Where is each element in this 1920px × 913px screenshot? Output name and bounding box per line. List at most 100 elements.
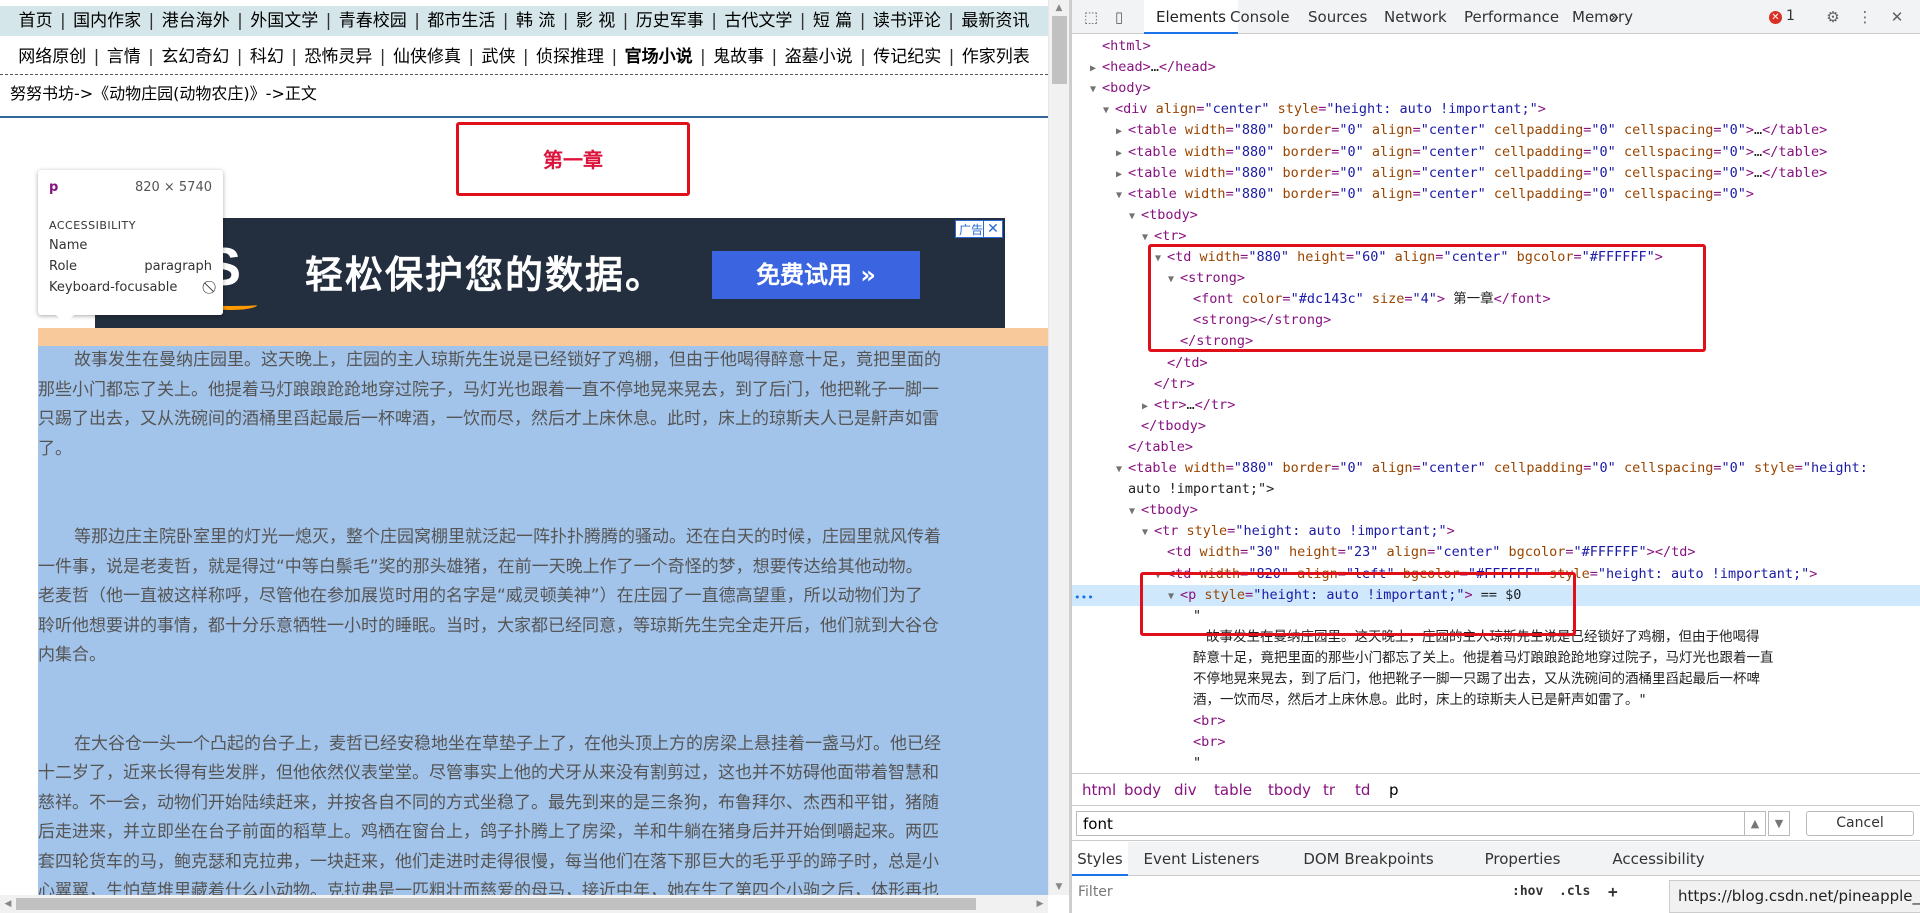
nav-link-10[interactable]: 盗墓小说 bbox=[783, 47, 855, 67]
collapse-triangle-icon[interactable]: ▼ bbox=[1103, 100, 1115, 121]
dom-node[interactable]: ▼ <tr style="height: auto !important;"> bbox=[1072, 521, 1920, 542]
selected-node-ellipsis-icon[interactable]: ••• bbox=[1074, 591, 1094, 604]
nav-link-1[interactable]: 国内作家 bbox=[71, 11, 143, 31]
nav-link-2[interactable]: 港台海外 bbox=[160, 11, 232, 31]
nav-link-8[interactable]: 历史军事 bbox=[634, 11, 706, 31]
device-toolbar-icon[interactable]: ▯ bbox=[1110, 8, 1128, 26]
styles-tab-4[interactable]: Accessibility bbox=[1591, 842, 1726, 876]
scroll-up-icon[interactable]: ▲ bbox=[1049, 0, 1069, 16]
expand-triangle-icon[interactable]: ▶ bbox=[1116, 121, 1128, 142]
crumb-tbody[interactable]: tbody bbox=[1268, 781, 1311, 799]
dom-node[interactable]: <br> bbox=[1072, 711, 1920, 732]
nav-link-7[interactable]: 影 视 bbox=[574, 11, 617, 31]
dom-node[interactable]: 酒，一饮而尽，然后才上床休息。此时，床上的琼斯夫人已是鼾声如雷了。" bbox=[1072, 690, 1920, 711]
crumb-tr[interactable]: tr bbox=[1323, 781, 1335, 799]
ad-cta-button[interactable]: 免费试用 » bbox=[712, 251, 920, 299]
nav-link-4[interactable]: 恐怖灵异 bbox=[302, 47, 374, 67]
more-tabs-icon[interactable]: » bbox=[1604, 0, 1625, 34]
expand-triangle-icon[interactable]: ▶ bbox=[1116, 164, 1128, 185]
nav-link-11[interactable]: 读书评论 bbox=[871, 11, 943, 31]
page-vertical-scrollbar[interactable]: ▲ ▼ bbox=[1048, 0, 1069, 895]
nav-link-7[interactable]: 侦探推理 bbox=[534, 47, 606, 67]
search-cancel-button[interactable]: Cancel bbox=[1806, 811, 1914, 836]
dom-node[interactable]: ▶ <tr>…</tr> bbox=[1072, 395, 1920, 416]
styles-tab-1[interactable]: Event Listeners bbox=[1128, 842, 1275, 876]
nav-link-0[interactable]: 网络原创 bbox=[16, 47, 88, 67]
dom-node[interactable]: </table> bbox=[1072, 437, 1920, 458]
inspect-element-icon[interactable]: ⬚ bbox=[1082, 8, 1100, 26]
nav-link-6[interactable]: 武侠 bbox=[480, 47, 518, 67]
dom-node[interactable]: " bbox=[1072, 753, 1920, 773]
ad-close-icon[interactable]: ✕ bbox=[983, 220, 1003, 238]
tab-network[interactable]: Network bbox=[1372, 0, 1459, 34]
crumb-html[interactable]: html bbox=[1082, 781, 1116, 799]
dom-node[interactable]: ▶ <table width="880" border="0" align="ce… bbox=[1072, 142, 1920, 163]
dom-node[interactable]: <html> bbox=[1072, 36, 1920, 57]
dom-node[interactable]: </tbody> bbox=[1072, 416, 1920, 437]
nav-link-12[interactable]: 最新资讯 bbox=[959, 11, 1031, 31]
expand-triangle-icon[interactable]: ▶ bbox=[1090, 58, 1102, 79]
cls-toggle[interactable]: .cls bbox=[1559, 884, 1590, 899]
dom-node[interactable]: auto !important;"> bbox=[1072, 479, 1920, 500]
dom-node[interactable]: ▼ <tbody> bbox=[1072, 205, 1920, 226]
dom-node[interactable]: ▼ <table width="880" border="0" align="ce… bbox=[1072, 458, 1920, 479]
collapse-triangle-icon[interactable]: ▼ bbox=[1116, 459, 1128, 480]
dom-node[interactable]: ▼ <div align="center" style="height: auto… bbox=[1072, 99, 1920, 120]
styles-tab-3[interactable]: Properties bbox=[1467, 842, 1578, 876]
crumb-p[interactable]: p bbox=[1389, 781, 1399, 799]
scroll-down-icon[interactable]: ▼ bbox=[1049, 879, 1069, 895]
nav-link-4[interactable]: 青春校园 bbox=[337, 11, 409, 31]
paragraph-highlight[interactable]: 故事发生在曼纳庄园里。这天晚上，庄园的主人琼斯先生说是已经锁好了鸡棚，但由于他喝… bbox=[38, 346, 1048, 895]
scroll-right-icon[interactable]: ▶ bbox=[1032, 895, 1048, 913]
nav-link-2[interactable]: 玄幻奇幻 bbox=[159, 47, 231, 67]
hov-toggle[interactable]: :hov bbox=[1512, 884, 1543, 899]
nav-link-9[interactable]: 古代文学 bbox=[722, 11, 794, 31]
error-badge[interactable]: ✕ 1 bbox=[1769, 8, 1795, 24]
nav-link-3[interactable]: 科幻 bbox=[248, 47, 286, 67]
collapse-triangle-icon[interactable]: ▼ bbox=[1129, 206, 1141, 227]
expand-triangle-icon[interactable]: ▶ bbox=[1116, 143, 1128, 164]
dom-node[interactable]: ▶ <table width="880" border="0" align="ce… bbox=[1072, 163, 1920, 184]
nav-link-5[interactable]: 仙侠修真 bbox=[391, 47, 463, 67]
dom-node[interactable]: ▼ <tbody> bbox=[1072, 500, 1920, 521]
nav-link-10[interactable]: 短 篇 bbox=[811, 11, 854, 31]
styles-tab-0[interactable]: Styles bbox=[1072, 842, 1128, 876]
settings-gear-icon[interactable]: ⚙ bbox=[1824, 8, 1842, 26]
nav-link-6[interactable]: 韩 流 bbox=[514, 11, 557, 31]
crumb-div[interactable]: div bbox=[1174, 781, 1197, 799]
collapse-triangle-icon[interactable]: ▼ bbox=[1129, 501, 1141, 522]
styles-tab-2[interactable]: DOM Breakpoints bbox=[1281, 842, 1456, 876]
add-style-rule-icon[interactable]: + bbox=[1608, 882, 1618, 901]
dom-node[interactable]: </tr> bbox=[1072, 374, 1920, 395]
search-prev-icon[interactable]: ▲ bbox=[1744, 811, 1766, 836]
crumb-table[interactable]: table bbox=[1214, 781, 1252, 799]
dom-node[interactable]: ▶ <head>…</head> bbox=[1072, 57, 1920, 78]
collapse-triangle-icon[interactable]: ▼ bbox=[1090, 79, 1102, 100]
expand-triangle-icon[interactable]: ▶ bbox=[1142, 396, 1154, 417]
collapse-triangle-icon[interactable]: ▼ bbox=[1142, 522, 1154, 543]
tab-memory[interactable]: Memory bbox=[1560, 0, 1645, 34]
more-options-icon[interactable]: ⋮ bbox=[1856, 8, 1874, 26]
advertisement-banner[interactable]: S 轻松保护您的数据。 免费试用 » 广告 ✕ bbox=[95, 218, 1005, 328]
filter-placeholder[interactable]: Filter bbox=[1078, 884, 1113, 900]
search-next-icon[interactable]: ▼ bbox=[1768, 811, 1790, 836]
dom-node[interactable]: <br> bbox=[1072, 732, 1920, 753]
dom-node[interactable]: ▼ <table width="880" border="0" align="ce… bbox=[1072, 184, 1920, 205]
nav-link-3[interactable]: 外国文学 bbox=[248, 11, 320, 31]
nav-link-9[interactable]: 鬼故事 bbox=[711, 47, 766, 67]
dom-node[interactable]: 不停地晃来晃去，到了后门，他把靴子一脚一只踢了出去，又从洗碗间的酒桶里舀起最后一… bbox=[1072, 669, 1920, 690]
tab-sources[interactable]: Sources bbox=[1296, 0, 1379, 34]
crumb-body[interactable]: body bbox=[1124, 781, 1161, 799]
dom-node[interactable]: 醉意十足，竟把里面的那些小门都忘了关上。他提着马灯踉踉跄跄地穿过院子，马灯光也跟… bbox=[1072, 648, 1920, 669]
search-input[interactable] bbox=[1076, 811, 1756, 836]
tab-console[interactable]: Console bbox=[1218, 0, 1302, 34]
crumb-td[interactable]: td bbox=[1355, 781, 1370, 799]
dom-node[interactable]: ▶ <table width="880" border="0" align="ce… bbox=[1072, 120, 1920, 141]
collapse-triangle-icon[interactable]: ▼ bbox=[1116, 185, 1128, 206]
nav-link-12[interactable]: 作家列表 bbox=[960, 47, 1032, 67]
dom-node[interactable]: <td width="30" height="23" align="center… bbox=[1072, 542, 1920, 563]
nav-link-0[interactable]: 首页 bbox=[17, 11, 55, 31]
scroll-thumb[interactable] bbox=[1052, 16, 1067, 84]
close-devtools-icon[interactable]: ✕ bbox=[1888, 8, 1906, 26]
nav-link-8[interactable]: 官场小说 bbox=[623, 47, 695, 67]
